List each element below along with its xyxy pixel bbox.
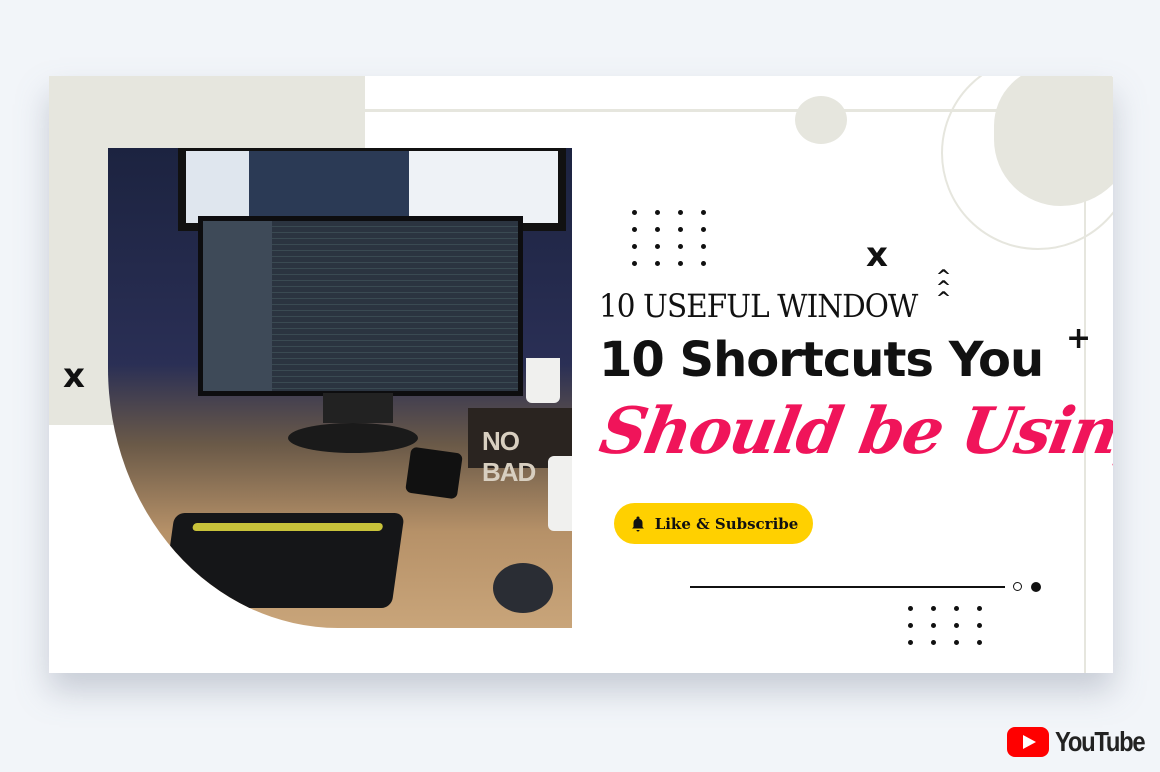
decor-dot-filled: [1031, 582, 1041, 592]
dot-grid-bottom: [908, 606, 982, 645]
cup: [548, 456, 572, 531]
headline-line2: 10 Shortcuts You: [599, 332, 1044, 388]
decor-dot-outline: [1013, 582, 1022, 591]
youtube-branding: YouTube: [1007, 726, 1160, 758]
caret-icon: ^ ^ ^: [936, 266, 952, 309]
headline-script: Should be Using!: [594, 394, 1113, 469]
dot-grid-top: [632, 210, 706, 266]
bell-icon: [631, 516, 644, 531]
monitor-stand: [323, 393, 393, 423]
monitor-base: [288, 423, 418, 453]
decor-circle: [795, 96, 847, 144]
main-monitor: [198, 216, 523, 396]
phone: [405, 446, 463, 500]
desk-photo: NO BAD: [108, 148, 572, 628]
keyboard: [161, 513, 405, 608]
plus-icon: +: [1066, 321, 1092, 356]
headline-line1: 10 USEFUL WINDOW: [599, 287, 918, 325]
like-subscribe-button[interactable]: Like & Subscribe: [614, 503, 813, 544]
youtube-play-icon: [1007, 727, 1049, 757]
thumbnail-card: NO BAD x x 10 USEFUL WINDOW ^ ^ ^ 10 Sho…: [49, 76, 1113, 673]
decor-x-right: x: [866, 235, 888, 275]
youtube-wordmark: YouTube: [1055, 726, 1146, 757]
decor-x-left: x: [63, 356, 85, 396]
mouse: [493, 563, 553, 613]
decor-rule: [690, 586, 1005, 588]
plant-pot: [526, 358, 560, 403]
button-label: Like & Subscribe: [654, 514, 799, 533]
